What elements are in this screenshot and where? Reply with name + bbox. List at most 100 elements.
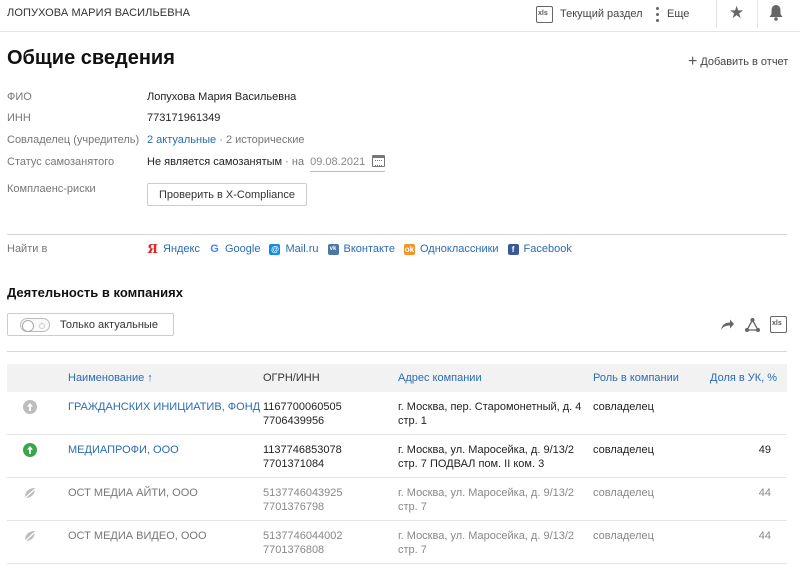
company-share: 44 — [758, 530, 771, 542]
mailru-icon: @ — [269, 243, 281, 255]
selfemployed-value: Не является самозанятым — [147, 156, 283, 168]
company-name-link[interactable]: МЕДИАПРОФИ, ООО — [68, 443, 179, 457]
table-row: МЕДИАПРОФИ, ООО 1137746853078 7701371084 … — [7, 435, 787, 478]
column-header-name[interactable]: Наименование ↑ — [68, 372, 153, 384]
search-link-label: Вконтакте — [343, 243, 395, 255]
search-link-yandex[interactable]: Я Яндекс — [147, 242, 200, 256]
search-link-ok[interactable]: ok Одноклассники — [403, 243, 499, 255]
search-links: Я Яндекс G Google @ Mail.ru vk Вконтакте… — [147, 242, 572, 256]
fio-value: Лопухова Мария Васильевна — [147, 91, 297, 103]
search-link-label: Mail.ru — [285, 243, 319, 255]
company-inn: 7701376808 — [263, 544, 325, 556]
table-row: ГРАЖДАНСКИХ ИНИЦИАТИВ, ФОНД 116770006050… — [7, 392, 787, 435]
selfemployed-date-input[interactable]: 09.08.2021 — [310, 155, 386, 172]
page-title: Общие сведения — [7, 47, 175, 69]
inn-label: ИНН — [7, 112, 31, 124]
compliance-label: Комплаенс-риски — [7, 183, 96, 195]
selfemployed-value-row: Не является самозанятым · на 09.08.2021 — [147, 155, 386, 172]
company-inn: 7701376798 — [263, 501, 325, 513]
star-icon[interactable]: ★ — [729, 3, 744, 23]
search-link-mailru[interactable]: @ Mail.ru — [269, 243, 319, 255]
coowner-actual-link[interactable]: 2 актуальные — [147, 134, 216, 146]
toggle-switch[interactable] — [20, 317, 50, 332]
liquidated-leaf-icon — [23, 529, 37, 543]
kebab-icon — [656, 6, 660, 22]
status-active-gray-icon — [23, 400, 37, 414]
selfemployed-on: · на — [285, 156, 305, 168]
company-address: г. Москва, ул. Маросейка, д. 9/13/2 стр. … — [398, 443, 574, 471]
company-address-line2: стр. 7 — [398, 544, 427, 556]
only-actual-label: Только актуальные — [60, 318, 158, 331]
yandex-icon: Я — [147, 242, 158, 256]
liquidated-leaf-icon — [23, 486, 37, 500]
coowner-historical-link[interactable]: 2 исторические — [226, 134, 305, 146]
company-role: совладелец — [593, 487, 654, 499]
company-address-line1: г. Москва, ул. Маросейка, д. 9/13/2 — [398, 530, 575, 542]
add-to-report-button[interactable]: + Добавить в отчет — [688, 53, 789, 70]
selfemployed-date: 09.08.2021 — [310, 156, 366, 168]
column-header-ogrn: ОГРН/ИНН — [263, 372, 320, 384]
company-ogrn-inn: 1137746853078 7701371084 — [263, 443, 342, 471]
ok-icon: ok — [403, 243, 415, 255]
fio-label: ФИО — [7, 91, 32, 103]
search-link-vk[interactable]: vk Вконтакте — [327, 243, 395, 255]
company-ogrn: 5137746044002 — [263, 530, 343, 542]
company-share: 49 — [758, 444, 771, 456]
find-label: Найти в — [7, 243, 48, 255]
company-role: совладелец — [593, 401, 654, 413]
company-address-line1: г. Москва, ул. Маросейка, д. 9/13/2 — [398, 487, 575, 499]
calendar-icon[interactable] — [372, 155, 386, 167]
search-link-label: Яндекс — [163, 243, 200, 255]
bell-icon[interactable] — [768, 4, 786, 22]
company-inn: 7706439956 — [263, 415, 325, 427]
company-ogrn-inn: 5137746043925 7701376798 — [263, 486, 343, 514]
status-active-green-icon — [23, 443, 37, 457]
company-name-link[interactable]: ОСТ МЕДИА АЙТИ, ООО — [68, 486, 198, 500]
top-bar: ЛОПУХОВА МАРИЯ ВАСИЛЬЕВНА Текущий раздел… — [0, 0, 800, 32]
column-header-address[interactable]: Адрес компании — [398, 372, 482, 384]
company-ogrn: 1167700060505 — [263, 401, 342, 413]
company-role: совладелец — [593, 444, 654, 456]
xls-icon — [536, 5, 553, 23]
company-address-line2: стр. 7 — [398, 501, 427, 513]
person-name-header: ЛОПУХОВА МАРИЯ ВАСИЛЬЕВНА — [7, 7, 191, 19]
current-section-export-button[interactable]: Текущий раздел — [536, 4, 643, 24]
column-header-share[interactable]: Доля в УК, % — [710, 372, 777, 384]
company-address-line2: стр. 7 ПОДВАЛ пом. II ком. 3 — [398, 458, 545, 470]
divider — [716, 0, 717, 28]
search-link-google[interactable]: G Google — [209, 243, 260, 255]
search-link-label: Одноклассники — [419, 243, 499, 255]
coowner-value: 2 актуальные · 2 исторические — [147, 134, 304, 146]
activity-section-title: Деятельность в компаниях — [7, 285, 183, 300]
check-compliance-button[interactable]: Проверить в X-Compliance — [147, 183, 307, 206]
company-ogrn: 1137746853078 — [263, 444, 342, 456]
company-ogrn: 5137746043925 — [263, 487, 343, 499]
company-name-link[interactable]: ГРАЖДАНСКИХ ИНИЦИАТИВ, ФОНД — [68, 400, 260, 414]
company-ogrn-inn: 1167700060505 7706439956 — [263, 400, 342, 428]
google-icon: G — [210, 243, 219, 255]
company-address-line1: г. Москва, ул. Маросейка, д. 9/13/2 — [398, 444, 575, 456]
company-inn: 7701371084 — [263, 458, 325, 470]
coowner-label: Совладелец (учредитель) — [7, 134, 140, 146]
column-header-role[interactable]: Роль в компании — [593, 372, 679, 384]
inn-value: 773171961349 — [147, 112, 221, 124]
vk-icon: vk — [327, 243, 339, 255]
connections-graph-icon[interactable] — [745, 318, 760, 335]
share-icon[interactable] — [720, 318, 735, 335]
xls-export-icon[interactable] — [770, 316, 787, 333]
company-name-link[interactable]: ОСТ МЕДИА ВИДЕО, ООО — [68, 529, 207, 543]
table-row: ОСТ МЕДИА АЙТИ, ООО 5137746043925 7701376… — [7, 478, 787, 521]
divider — [7, 234, 787, 235]
selfemployed-label: Статус самозанятого — [7, 156, 115, 168]
only-actual-toggle[interactable]: Только актуальные — [7, 313, 174, 336]
facebook-icon: f — [507, 243, 519, 255]
divider — [757, 0, 758, 28]
search-link-label: Google — [225, 243, 261, 255]
more-button[interactable]: Еще — [656, 4, 689, 24]
plus-icon: + — [688, 53, 698, 70]
search-link-facebook[interactable]: f Facebook — [507, 243, 572, 255]
table-header: Наименование ↑ ОГРН/ИНН Адрес компании Р… — [7, 364, 787, 392]
coowner-separator: · — [219, 134, 223, 146]
search-link-label: Facebook — [523, 243, 572, 255]
add-to-report-label: Добавить в отчет — [700, 56, 789, 68]
